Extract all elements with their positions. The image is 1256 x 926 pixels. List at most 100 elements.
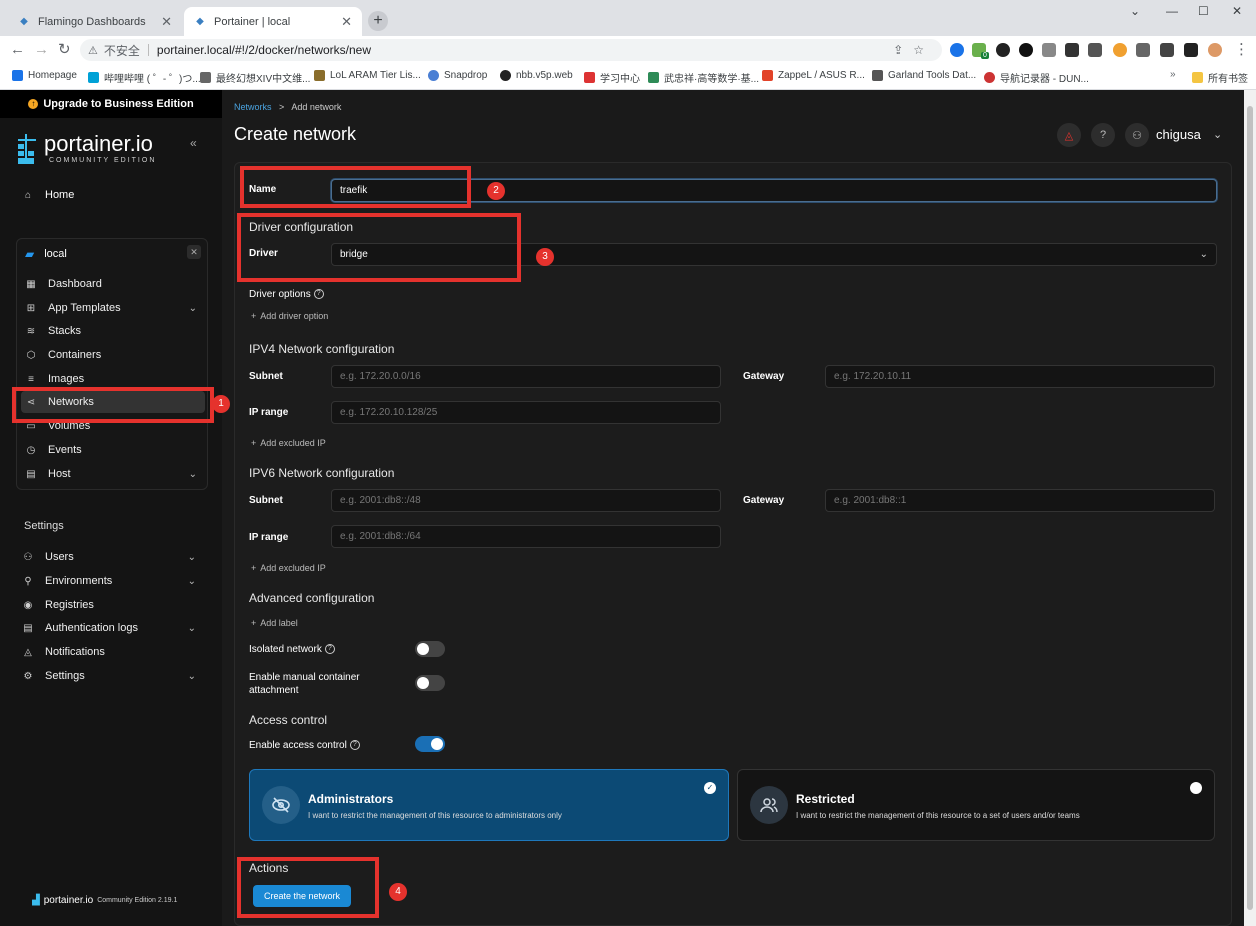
chevron-down-icon[interactable]: ⌄: [189, 469, 197, 480]
bookmark-item[interactable]: 武忠祥·高等数学·基...: [648, 70, 759, 85]
collapse-sidebar-icon[interactable]: «: [190, 136, 197, 150]
upgrade-banner[interactable]: ↑ Upgrade to Business Edition: [0, 90, 222, 118]
add-excluded-ip-button[interactable]: + Add excluded IP: [251, 438, 326, 448]
puzzle-icon[interactable]: [1136, 43, 1150, 57]
breadcrumb-separator: >: [279, 102, 285, 112]
sidebar-item-host[interactable]: ▤ Host ⌄: [21, 463, 205, 485]
help-icon[interactable]: ?: [349, 740, 360, 751]
clock-icon: ◷: [26, 444, 36, 456]
close-tab-icon[interactable]: ✕: [161, 14, 172, 30]
username[interactable]: chigusa: [1156, 127, 1201, 142]
toggle-knob: [431, 738, 443, 750]
bookmark-item[interactable]: Snapdrop: [428, 70, 487, 81]
extension-icon[interactable]: [1019, 43, 1033, 57]
chevron-down-icon[interactable]: ⌄: [188, 671, 196, 682]
manual-attachment-label: Enable manual container attachment: [249, 671, 360, 697]
chevron-down-icon[interactable]: ⌄: [188, 552, 196, 563]
breadcrumb-current: Add network: [291, 102, 342, 112]
ipv6-iprange-input[interactable]: e.g. 2001:db8::/64: [331, 525, 721, 548]
ipv4-iprange-input[interactable]: e.g. 172.20.10.128/25: [331, 401, 721, 424]
extension-icon[interactable]: [1113, 43, 1127, 57]
bookmark-item[interactable]: 哔哩哔哩 ( ゜- ゜)つ...: [88, 70, 201, 85]
scrollbar[interactable]: [1244, 90, 1256, 926]
annotation-box-actions: [237, 857, 379, 918]
close-environment-icon[interactable]: ✕: [187, 245, 201, 259]
avatar[interactable]: [1208, 43, 1222, 57]
menu-icon[interactable]: ⋮: [1234, 41, 1249, 59]
tab-search-icon[interactable]: ⌄: [1130, 4, 1140, 18]
sidebar-item-authentication-logs[interactable]: ▤ Authentication logs ⌄: [22, 618, 204, 638]
sidebar-item-dashboard[interactable]: ▦ Dashboard: [21, 273, 205, 295]
reload-icon[interactable]: ↻: [58, 41, 71, 59]
extension-icon[interactable]: [1065, 43, 1079, 57]
scrollbar-thumb[interactable]: [1247, 106, 1253, 910]
more-bookmarks-icon[interactable]: »: [1170, 69, 1176, 80]
environment-header[interactable]: ▰ local: [25, 247, 67, 261]
maximize-icon[interactable]: ☐: [1198, 4, 1209, 18]
sidebar-item-containers[interactable]: ⬡ Containers: [21, 344, 205, 366]
reading-list-icon[interactable]: [1160, 43, 1174, 57]
github-icon[interactable]: [996, 43, 1010, 57]
bookmark-item[interactable]: LoL ARAM Tier Lis...: [314, 70, 421, 81]
extension-icon[interactable]: [950, 43, 964, 57]
sidebar-item-environments[interactable]: ⚲ Environments ⌄: [22, 571, 204, 591]
sidebar-item-users[interactable]: ⚇ Users ⌄: [22, 547, 204, 567]
chevron-down-icon[interactable]: ⌄: [188, 623, 196, 634]
ipv6-subnet-input[interactable]: e.g. 2001:db8::/48: [331, 489, 721, 512]
add-driver-option-button[interactable]: + Add driver option: [251, 311, 328, 321]
isolated-network-toggle[interactable]: [415, 641, 445, 657]
help-icon[interactable]: ?: [324, 644, 335, 655]
sidebar-item-label: Stacks: [48, 325, 82, 337]
side-panel-icon[interactable]: [1184, 43, 1198, 57]
sidebar-item-events[interactable]: ◷ Events: [21, 439, 205, 461]
bookmark-item[interactable]: Homepage: [12, 70, 77, 81]
browser-tab-flamingo[interactable]: ◆ Flamingo Dashboards ✕: [8, 7, 182, 36]
sidebar-item-app-templates[interactable]: ⊞ App Templates ⌄: [21, 297, 205, 319]
bookmark-item[interactable]: nbb.v5p.web: [500, 70, 573, 81]
add-excluded-ip-button[interactable]: + Add excluded IP: [251, 563, 326, 573]
portainer-logo[interactable]: portainer.io COMMUNITY EDITION: [16, 132, 156, 166]
extension-icon[interactable]: [1042, 43, 1056, 57]
other-bookmarks[interactable]: 所有书签: [1192, 70, 1248, 85]
bookmark-item[interactable]: 导航记录器 - DUN...: [984, 70, 1089, 85]
extension-icon[interactable]: [1088, 43, 1102, 57]
ipv6-gateway-input[interactable]: e.g. 2001:db8::1: [825, 489, 1215, 512]
restricted-option[interactable]: Restricted I want to restrict the manage…: [737, 769, 1215, 841]
bookmark-item[interactable]: 最终幻想XIV中文维...: [200, 70, 310, 85]
bookmark-icon: [762, 70, 773, 81]
chevron-down-icon[interactable]: ⌄: [1213, 128, 1222, 141]
chevron-down-icon[interactable]: ⌄: [188, 576, 196, 587]
close-window-icon[interactable]: ✕: [1232, 4, 1242, 18]
access-control-toggle[interactable]: [415, 736, 445, 752]
sidebar-item-home[interactable]: ⌂ Home: [22, 189, 74, 201]
bookmark-item[interactable]: 学习中心: [584, 70, 640, 85]
manual-attachment-toggle[interactable]: [415, 675, 445, 691]
add-label-button[interactable]: + Add label: [251, 618, 298, 628]
url-bar[interactable]: ⚠ 不安全 portainer.local/#!/2/docker/networ…: [80, 39, 942, 61]
notifications-bell-icon[interactable]: ◬: [1057, 123, 1081, 147]
browser-tab-portainer[interactable]: ◆ Portainer | local ✕: [184, 7, 362, 36]
back-icon[interactable]: ←: [10, 41, 25, 59]
new-tab-button[interactable]: +: [368, 11, 388, 31]
ipv4-subnet-input[interactable]: e.g. 172.20.0.0/16: [331, 365, 721, 388]
sidebar-item-notifications[interactable]: ◬ Notifications: [22, 642, 204, 662]
bookmark-item[interactable]: ZappeL / ASUS R...: [762, 70, 865, 81]
ipv4-gateway-input[interactable]: e.g. 172.20.10.11: [825, 365, 1215, 388]
help-icon[interactable]: ?: [1091, 123, 1115, 147]
help-icon[interactable]: ?: [313, 289, 324, 300]
close-tab-icon[interactable]: ✕: [341, 14, 352, 30]
sidebar-item-settings[interactable]: ⚙ Settings ⌄: [22, 666, 204, 686]
sidebar-item-stacks[interactable]: ≋ Stacks: [21, 320, 205, 342]
share-bookmark-icons[interactable]: ⇪☆: [893, 43, 934, 57]
minimize-icon[interactable]: —: [1166, 4, 1178, 18]
breadcrumb-networks-link[interactable]: Networks: [234, 102, 272, 112]
administrators-option[interactable]: Administrators I want to restrict the ma…: [249, 769, 729, 841]
docker-icon: ▰: [25, 247, 35, 261]
bookmark-item[interactable]: Garland Tools Dat...: [872, 70, 976, 81]
radio-button[interactable]: [1190, 782, 1202, 794]
chevron-down-icon[interactable]: ⌄: [189, 303, 197, 314]
forward-icon[interactable]: →: [34, 41, 49, 59]
user-avatar-icon[interactable]: ⚇: [1125, 123, 1149, 147]
sidebar-item-registries[interactable]: ◉ Registries: [22, 595, 204, 615]
annotation-badge: 1: [212, 395, 230, 413]
